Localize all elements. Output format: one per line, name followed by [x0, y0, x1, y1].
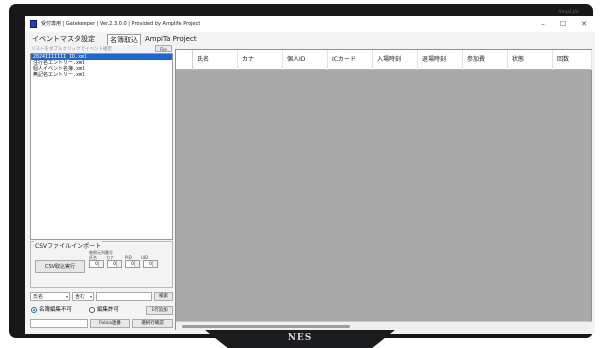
name-column-stepper[interactable]: 0 — [89, 260, 104, 268]
column-header-count[interactable]: 回数 — [553, 50, 592, 70]
filter-field-value: 氏名 — [33, 294, 44, 300]
radio-unlocked[interactable] — [89, 307, 95, 313]
column-header-fee[interactable]: 参加費 — [463, 50, 508, 70]
file-item[interactable]: 無記名エントリー.xml — [31, 72, 172, 78]
csv-group-title: CSVファイルインポート — [34, 241, 103, 250]
row-header-corner — [176, 50, 193, 70]
file-list[interactable]: 2024IIIIIII_ID.xml 注行名エントリー.xml 個人イベント名簿… — [30, 53, 173, 240]
monitor-frame: AmpLife 受付専用 | Gatekeeper | Ver.2.3.0.0 … — [9, 4, 595, 338]
add-row-button[interactable]: 1行追加 — [146, 306, 173, 315]
close-button[interactable]: ✕ — [576, 18, 592, 30]
app-icon — [30, 20, 37, 28]
radio-locked[interactable] — [31, 307, 37, 313]
roster-panel: リストをダブルクリックでイベント確定 File 2024IIIIIII_ID.x… — [30, 45, 173, 329]
maximize-button[interactable]: ☐ — [555, 18, 571, 30]
list-hint: リストをダブルクリックでイベント確定 — [31, 47, 112, 52]
csv-import-group: CSVファイルインポート CSV取込実行 参照元列番号 氏名 カナ PID UI… — [30, 241, 173, 288]
bottom-row: Felica連番 選択行確認 — [30, 319, 173, 328]
tab-ampita-project[interactable]: AmpiTa Project — [143, 34, 199, 45]
filter-field-select[interactable]: 氏名 ▾ — [30, 292, 70, 301]
monitor-brand-label: NES — [287, 333, 313, 343]
app-window: 受付専用 | Gatekeeper | Ver.2.3.0.0 | Provid… — [25, 16, 595, 334]
felica-button[interactable]: Felica連番 — [90, 319, 130, 328]
pid-column-stepper[interactable]: 0 — [125, 260, 140, 268]
chevron-down-icon: ▾ — [89, 294, 92, 299]
search-input[interactable] — [96, 292, 152, 301]
scrollbar-thumb[interactable] — [182, 325, 350, 328]
photo-background: AmpLife 受付専用 | Gatekeeper | Ver.2.3.0.0 … — [0, 0, 601, 348]
radio-unlocked-label: 編集許可 — [97, 307, 120, 313]
kana-column-stepper[interactable]: 0 — [107, 260, 122, 268]
column-header-exit-time[interactable]: 退場時刻 — [418, 50, 463, 70]
brand-corner-logo: AmpLife — [557, 9, 579, 15]
bottom-input[interactable] — [30, 319, 88, 328]
column-header-status[interactable]: 状態 — [508, 50, 553, 70]
roster-grid[interactable]: 氏名 カナ 個人ID ICカード 入場時刻 退場時刻 参加費 状態 回数 — [175, 49, 592, 330]
filter-mode-select[interactable]: 含む ▾ — [72, 292, 94, 301]
column-header-ic-card[interactable]: ICカード — [328, 50, 373, 70]
column-header-kana[interactable]: カナ — [238, 50, 283, 70]
confirm-row-button[interactable]: 選択行確認 — [132, 319, 173, 328]
csv-import-button[interactable]: CSV取込実行 — [35, 260, 85, 273]
uid-column-stepper[interactable]: 0 — [143, 260, 158, 268]
edit-mode-row: 名簿編集不可 編集許可 1行追加 — [30, 306, 173, 315]
radio-locked-label: 名簿編集不可 — [39, 307, 73, 313]
window-title: 受付専用 | Gatekeeper | Ver.2.3.0.0 | Provid… — [41, 21, 201, 27]
filter-row: 氏名 ▾ 含む ▾ 検索 — [30, 292, 173, 301]
search-button[interactable]: 検索 — [154, 292, 173, 301]
file-button[interactable]: File — [155, 45, 172, 52]
minimize-button[interactable]: – — [535, 18, 551, 30]
title-bar: 受付専用 | Gatekeeper | Ver.2.3.0.0 | Provid… — [25, 16, 595, 32]
tab-event-master[interactable]: イベントマスタ設定 — [30, 34, 97, 45]
chevron-down-icon: ▾ — [65, 294, 68, 299]
horizontal-scrollbar[interactable] — [176, 321, 592, 330]
column-header-name[interactable]: 氏名 — [193, 50, 238, 70]
grid-header: 氏名 カナ 個人ID ICカード 入場時刻 退場時刻 参加費 状態 回数 — [176, 50, 592, 70]
column-header-entry-time[interactable]: 入場時刻 — [373, 50, 418, 70]
filter-mode-value: 含む — [75, 294, 86, 300]
tab-roster-import[interactable]: 名簿取込 — [107, 34, 141, 45]
column-header-person-id[interactable]: 個人ID — [283, 50, 328, 70]
